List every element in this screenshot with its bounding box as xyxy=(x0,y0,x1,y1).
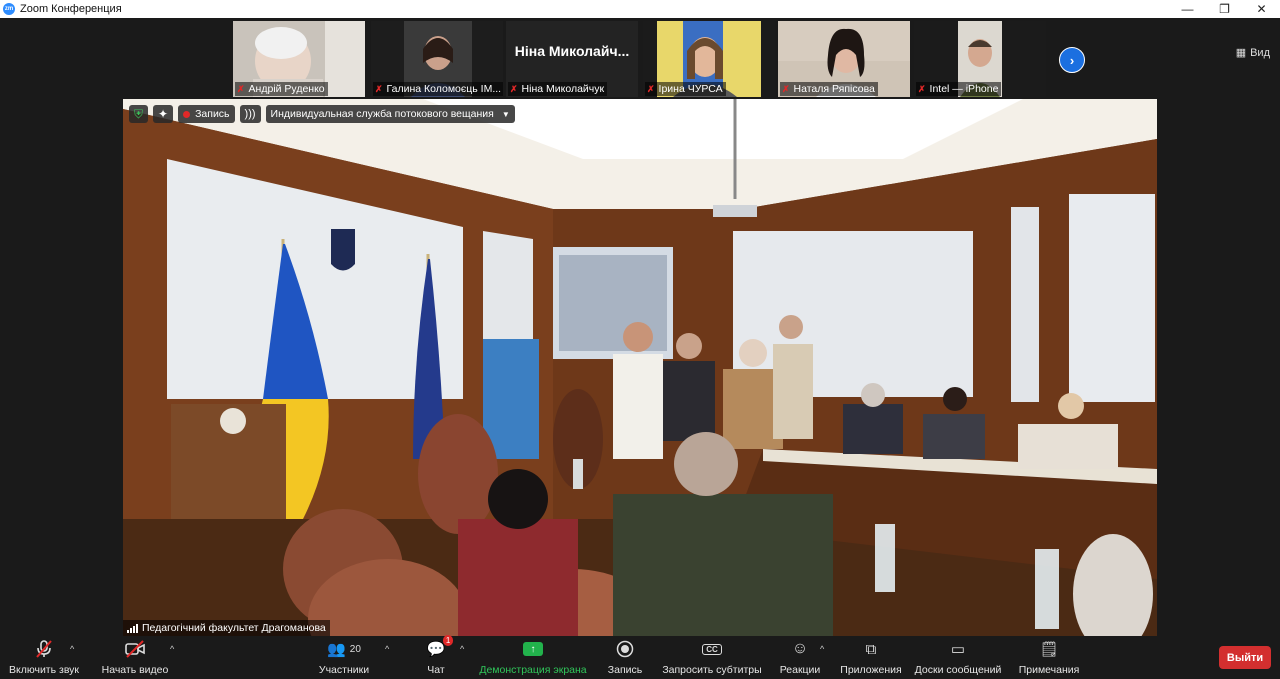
mic-muted-icon xyxy=(34,637,54,661)
participants-icon: 👥 xyxy=(327,641,346,658)
participant-label: ✗ Ніна Миколайчук xyxy=(508,82,608,96)
participant-label: ✗ Intel — iPhone xyxy=(916,82,1002,96)
sparkle-icon: ✦ xyxy=(158,107,169,121)
participant-tile[interactable]: ✗ Галина Коломоєць ІМ... xyxy=(371,21,503,97)
video-options-caret-icon[interactable]: ^ xyxy=(170,644,174,654)
mic-muted-icon: ✗ xyxy=(375,83,383,94)
window-controls: — ❐ ✕ xyxy=(1169,0,1280,18)
mic-muted-icon: ✗ xyxy=(918,83,926,94)
participant-tile[interactable]: Ніна Миколайч... ✗ Ніна Миколайчук xyxy=(506,21,638,97)
participant-label: ✗ Галина Коломоєць ІМ... xyxy=(373,82,503,96)
request-captions-button[interactable]: CC Запросить субтитры xyxy=(662,637,762,679)
chevron-right-icon: › xyxy=(1069,52,1075,68)
participant-label: ✗ Наталя Ряпісова xyxy=(780,82,878,96)
restore-button[interactable]: ❐ xyxy=(1206,0,1243,18)
audio-options-caret-icon[interactable]: ^ xyxy=(70,644,74,654)
smile-icon: ☺ xyxy=(791,640,809,657)
participants-button[interactable]: 👥 20 Участники xyxy=(316,637,372,679)
security-shield-button[interactable]: ⛨ xyxy=(129,105,149,123)
zoom-logo-icon: zm xyxy=(3,3,15,15)
participant-display-name: Ніна Миколайч... xyxy=(514,43,630,59)
whiteboards-button[interactable]: ▭ Доски сообщений xyxy=(912,637,1004,679)
participant-tile[interactable]: ✗ Ірина ЧУРСА xyxy=(643,21,775,97)
record-button[interactable]: Запись xyxy=(604,637,646,679)
streaming-service-dropdown[interactable]: Индивидуальная служба потокового вещания… xyxy=(265,105,515,123)
shield-icon: ⛨ xyxy=(134,106,144,121)
minimize-button[interactable]: — xyxy=(1169,0,1206,18)
broadcast-icon: ))) xyxy=(244,108,256,120)
window-titlebar: zm Zoom Конференция — ❐ ✕ xyxy=(0,0,1280,18)
participant-tile[interactable]: ✗ Андрій Руденко xyxy=(233,21,365,97)
reactions-options-caret-icon[interactable]: ^ xyxy=(820,644,824,654)
participant-tile[interactable]: ✗ Intel — iPhone xyxy=(914,21,1046,97)
live-stream-icon-button[interactable]: ))) xyxy=(239,105,261,123)
leave-meeting-button[interactable]: Выйти xyxy=(1219,646,1271,669)
grid-view-icon: ▦ xyxy=(1235,47,1247,59)
participants-strip: ✗ Андрій Руденко ✗ Галина Коломоєць ІМ... … xyxy=(0,18,1280,98)
share-screen-button[interactable]: ↑ Демонстрация экрана xyxy=(478,637,588,679)
share-arrow-icon: ↑ xyxy=(523,642,543,656)
start-video-button[interactable]: Начать видео xyxy=(100,637,170,679)
meeting-toolbar: Включить звук ^ Начать видео ^ 👥 20 Учас… xyxy=(0,635,1280,679)
close-button[interactable]: ✕ xyxy=(1243,0,1280,18)
meeting-status-bar: ⛨ ✦ Запись ))) Индивидуальная служба пот… xyxy=(129,105,515,123)
video-frame xyxy=(123,99,1157,636)
caret-down-icon: ▼ xyxy=(501,109,510,119)
captions-icon: CC xyxy=(702,637,722,661)
active-speaker-label: Педагогічний факультет Драгоманова xyxy=(123,620,330,636)
video-off-icon xyxy=(124,637,146,661)
chat-options-caret-icon[interactable]: ^ xyxy=(460,644,464,654)
mic-muted-icon: ✗ xyxy=(782,83,790,94)
notes-icon: 🗒 xyxy=(1039,641,1059,658)
apps-button[interactable]: ⧉ Приложения xyxy=(838,637,904,679)
whiteboard-icon: ▭ xyxy=(950,641,966,658)
participant-label: ✗ Андрій Руденко xyxy=(235,82,328,96)
participant-label: ✗ Ірина ЧУРСА xyxy=(645,82,726,96)
chat-button[interactable]: 💬 1 Чат xyxy=(424,635,454,679)
main-video[interactable]: ⛨ ✦ Запись ))) Индивидуальная служба пот… xyxy=(123,99,1157,636)
mic-muted-icon: ✗ xyxy=(510,83,518,94)
mic-muted-icon: ✗ xyxy=(237,83,245,94)
participant-tile[interactable]: ✗ Наталя Ряпісова xyxy=(778,21,910,97)
window-title: Zoom Конференция xyxy=(20,3,122,15)
participants-count: 20 xyxy=(349,643,361,655)
recording-indicator[interactable]: Запись xyxy=(178,105,235,123)
reactions-button[interactable]: ☺ Реакции xyxy=(778,637,822,679)
participants-options-caret-icon[interactable]: ^ xyxy=(385,644,389,654)
view-button[interactable]: ▦ Вид xyxy=(1235,46,1270,60)
record-icon xyxy=(616,637,634,661)
next-page-button[interactable]: › xyxy=(1059,47,1085,73)
ai-companion-button[interactable]: ✦ xyxy=(153,105,174,123)
apps-icon: ⧉ xyxy=(865,640,877,658)
chat-unread-badge: 1 xyxy=(442,635,454,646)
notes-button[interactable]: 🗒 Примечания xyxy=(1016,637,1082,679)
record-dot-icon xyxy=(183,110,191,118)
signal-strength-icon xyxy=(127,623,138,633)
mic-muted-icon: ✗ xyxy=(647,83,655,94)
